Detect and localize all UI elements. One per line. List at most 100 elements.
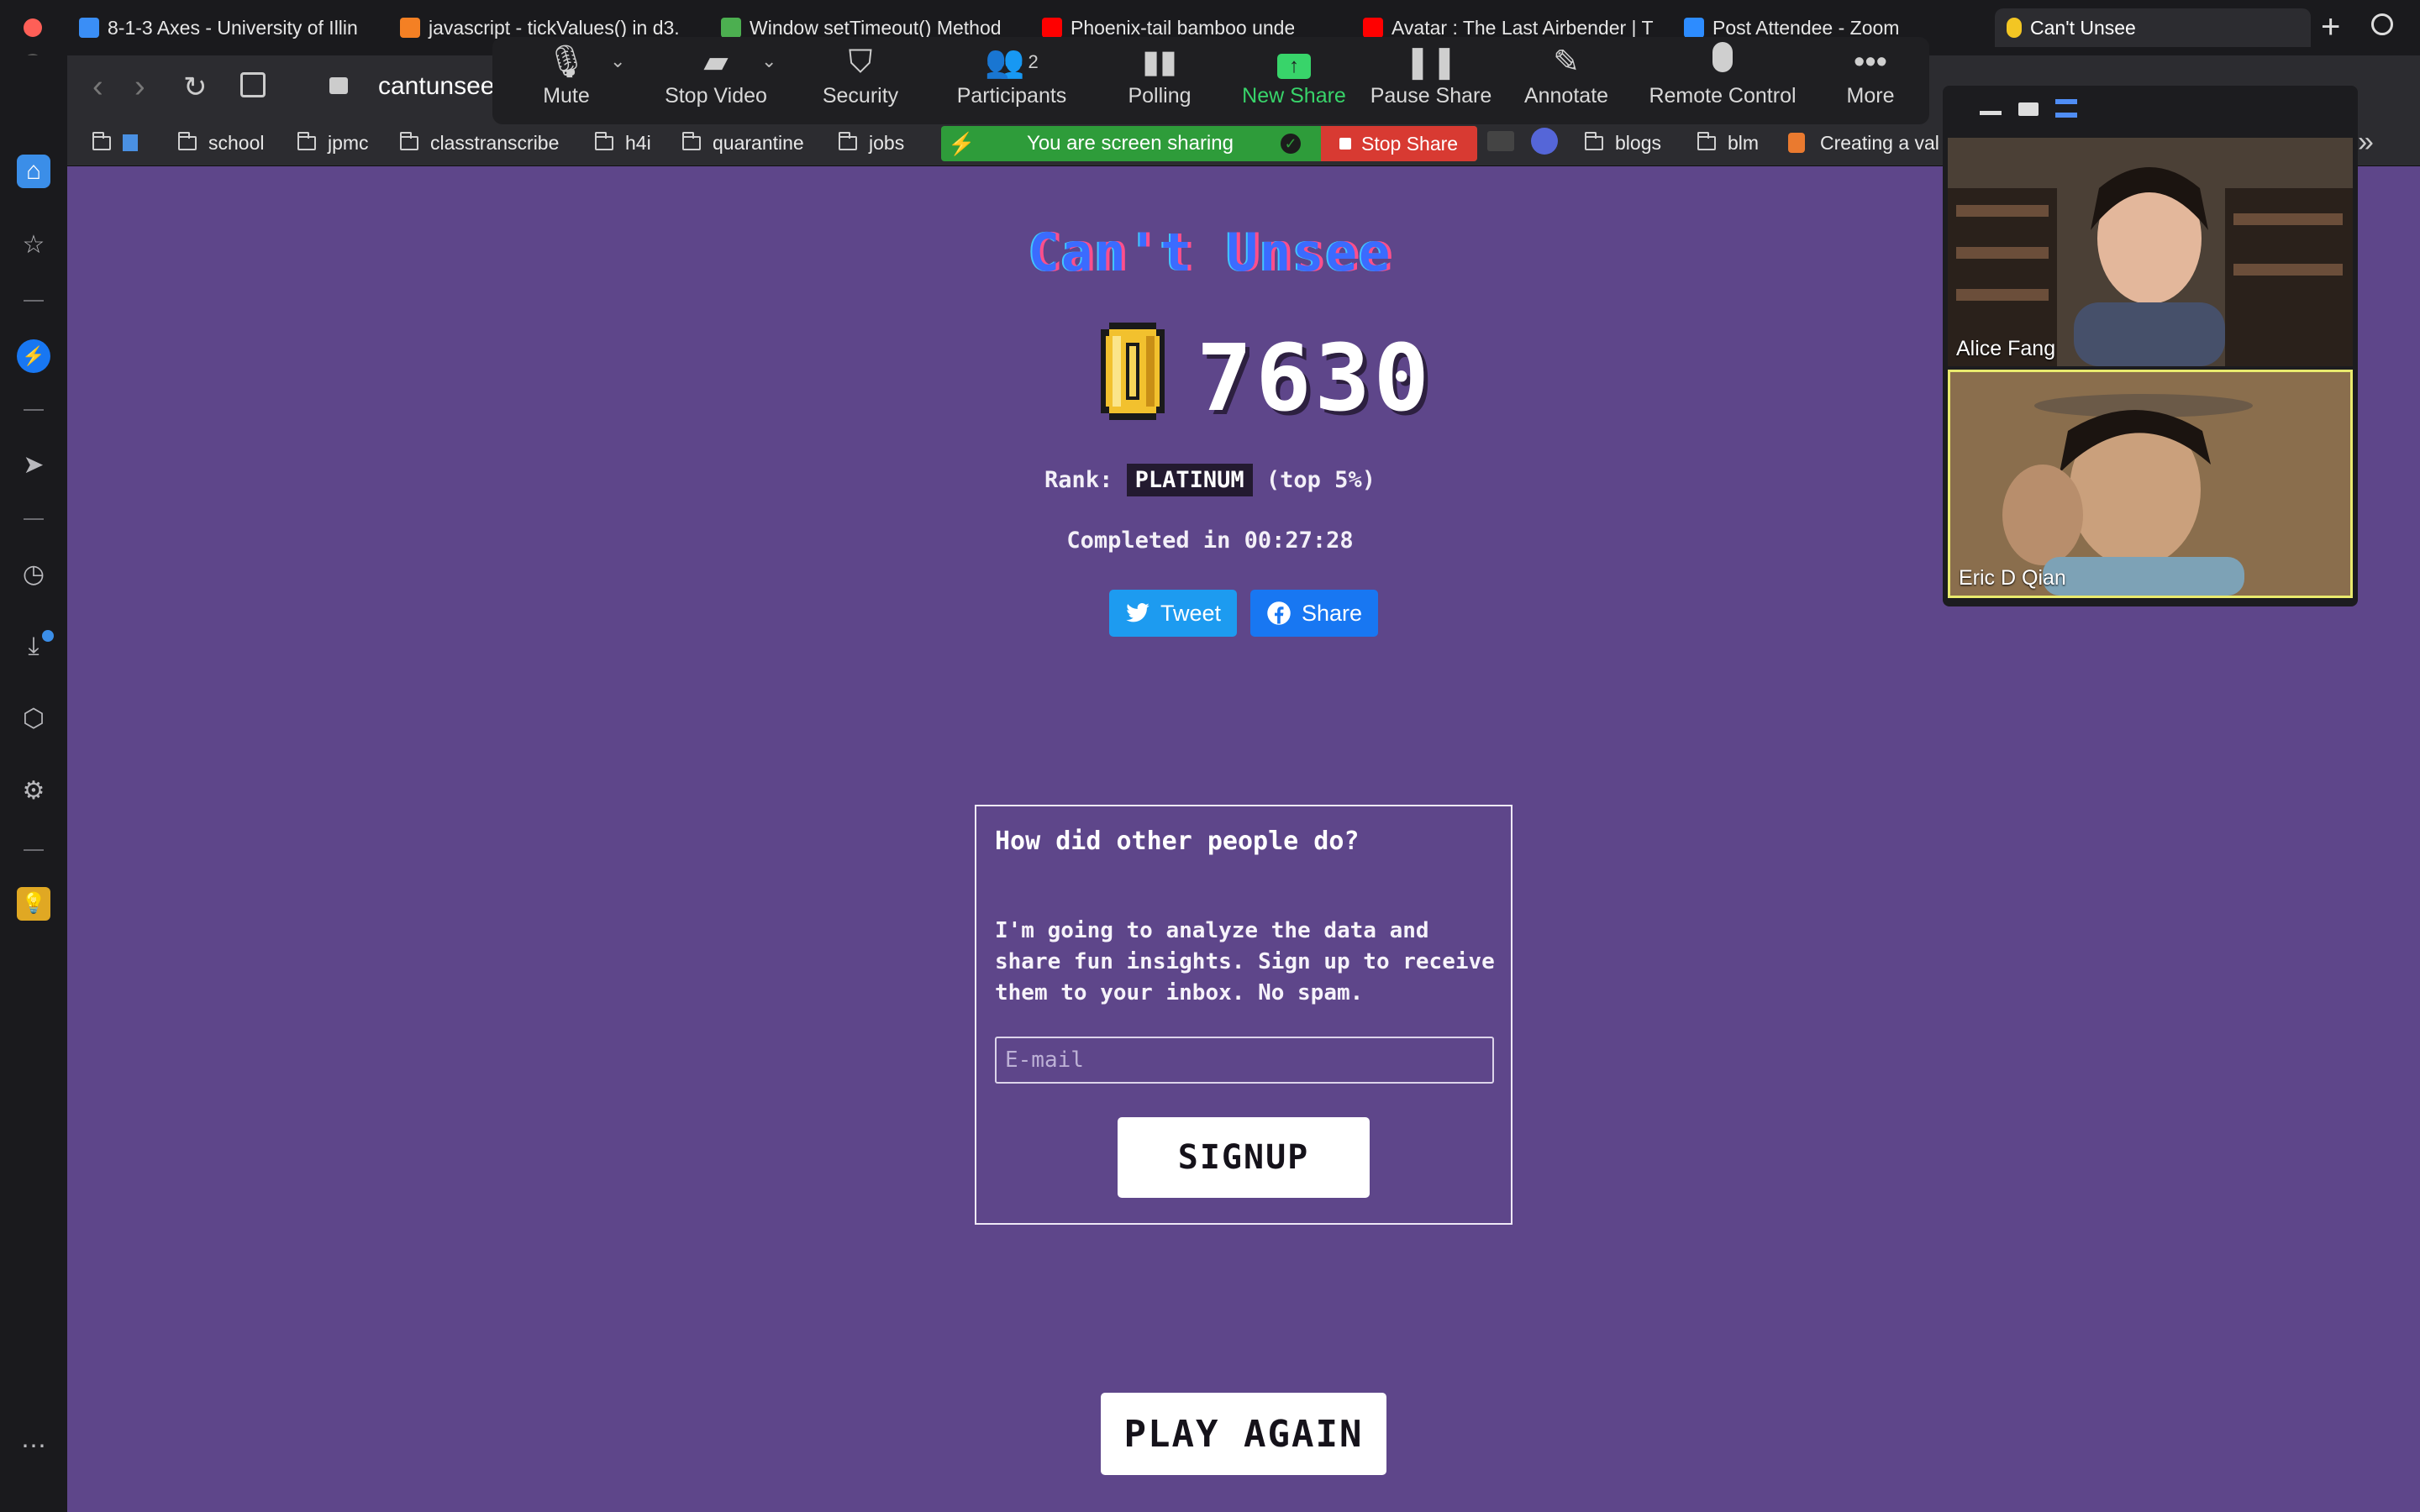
clock-icon[interactable]: ◷: [17, 558, 50, 591]
cube-icon[interactable]: ⬡: [17, 702, 50, 736]
rank-line: Rank: PLATINUM (top 5%): [924, 464, 1496, 496]
bookmark-folder[interactable]: classtranscribe: [400, 129, 559, 156]
participant-video-active-speaker[interactable]: Eric D Qian: [1948, 370, 2353, 598]
lock-icon: [329, 77, 348, 94]
rank-label: Rank:: [1044, 467, 1113, 493]
bookmark-folder[interactable]: blogs: [1585, 129, 1661, 156]
participants-icon: 👥 2: [985, 45, 1039, 80]
browser-sidebar: ⌂ ☆ ⚡ ➤ ◷ ⤓ ⬡ ⚙ 💡 ⋯: [0, 55, 67, 1512]
close-window-button[interactable]: [24, 18, 42, 37]
bookmark-film-icon[interactable]: [1487, 131, 1514, 151]
star-icon[interactable]: ☆: [17, 228, 50, 262]
minimize-gallery-icon[interactable]: [1980, 111, 2002, 115]
card-description: I'm going to analyze the data and share …: [995, 918, 1495, 1005]
participant-video-frame: [1950, 372, 2350, 596]
sharing-status-text: You are screen sharing: [1027, 132, 1234, 155]
tab-grid-icon[interactable]: [240, 72, 266, 97]
more-button[interactable]: ••• More: [1812, 37, 1929, 124]
bookmark-folder[interactable]: h4i: [595, 129, 651, 156]
bulb-icon[interactable]: 💡: [17, 887, 50, 921]
folder-icon: [682, 131, 701, 150]
new-tab-plus-icon[interactable]: +: [2321, 8, 2340, 46]
bar-chart-icon: ▮▮: [1142, 45, 1177, 80]
security-button[interactable]: ⛉ Security: [792, 37, 929, 124]
video-options-chevron-icon[interactable]: ⌄: [761, 50, 776, 72]
participant-video[interactable]: Alice Fang: [1948, 138, 2353, 366]
facebook-share-button[interactable]: Share: [1250, 590, 1378, 637]
new-share-button[interactable]: ↑ New Share: [1225, 37, 1363, 124]
coursera-icon: [79, 18, 99, 38]
more-dots-icon[interactable]: ⋯: [17, 1430, 50, 1463]
folder-icon: [178, 131, 197, 150]
address-text[interactable]: cantunsee: [378, 72, 494, 101]
more-dots-icon: •••: [1854, 45, 1887, 80]
participants-button[interactable]: 👥 2 Participants: [929, 37, 1094, 124]
bookmark-folder[interactable]: school: [178, 129, 264, 156]
sidebar-divider: [24, 300, 44, 302]
share-label: Share: [1301, 600, 1363, 626]
stackoverflow-icon: [400, 18, 420, 38]
card-title: How did other people do?: [995, 827, 1360, 856]
participant-name: Alice Fang: [1956, 337, 2056, 360]
participant-name: Eric D Qian: [1959, 566, 2066, 590]
mute-options-chevron-icon[interactable]: ⌄: [610, 50, 625, 72]
browser-tab[interactable]: 8-1-3 Axes - University of Illin: [79, 8, 373, 47]
settings-gear-icon[interactable]: ⚙: [17, 774, 50, 808]
remote-control-button[interactable]: Remote Control: [1634, 37, 1812, 124]
search-tabs-icon[interactable]: [2371, 13, 2393, 35]
email-input[interactable]: [995, 1037, 1494, 1084]
polling-button[interactable]: ▮▮ Polling: [1094, 37, 1225, 124]
pencil-icon: ✎: [1553, 45, 1580, 80]
sidebar-divider: [24, 518, 44, 520]
zoom-video-gallery: Alice Fang Eric D Qian: [1943, 86, 2358, 606]
back-arrow-icon[interactable]: ‹: [92, 69, 103, 105]
folder-icon: [595, 131, 613, 150]
stop-share-button[interactable]: Stop Share: [1321, 126, 1477, 161]
pause-share-button[interactable]: ❚❚ Pause Share: [1363, 37, 1499, 124]
tweet-button[interactable]: Tweet: [1109, 590, 1237, 637]
bookmark-chart-icon[interactable]: [92, 129, 138, 156]
signup-button[interactable]: SIGNUP: [1118, 1117, 1370, 1198]
sidebar-divider: [24, 849, 44, 851]
tab-title: Can't Unsee: [2030, 16, 2136, 39]
browser-tab-active[interactable]: Can't Unsee: [1995, 8, 2311, 47]
more-bookmarks-icon[interactable]: »: [2358, 126, 2374, 159]
rank-badge: PLATINUM: [1126, 464, 1253, 496]
pause-icon: ❚❚: [1404, 45, 1458, 80]
facebook-icon: [1267, 601, 1291, 625]
bookmark-folder[interactable]: blm: [1697, 129, 1759, 156]
folder-icon: [297, 131, 316, 150]
w3schools-icon: [721, 18, 741, 38]
rank-percentile: (top 5%): [1265, 467, 1376, 493]
completion-time: Completed in 00:27:28: [1066, 528, 1354, 554]
hide-video-icon[interactable]: [2018, 102, 2039, 116]
youtube-icon: [1042, 18, 1062, 38]
screen-sharing-banner: ⚡ You are screen sharing ✓ Stop Share: [941, 126, 1477, 161]
send-icon[interactable]: ➤: [17, 449, 50, 482]
score-value: 7630: [1197, 324, 1433, 432]
forward-arrow-icon[interactable]: ›: [134, 69, 145, 105]
participant-count: 2: [1028, 51, 1039, 72]
bookmark-folder[interactable]: quarantine: [682, 129, 804, 156]
bookmark-folder[interactable]: jobs: [839, 129, 904, 156]
gallery-view-icon[interactable]: [2055, 99, 2077, 118]
messenger-icon[interactable]: ⚡: [17, 339, 50, 373]
newsletter-signup-card: How did other people do? I'm going to an…: [975, 805, 1512, 1225]
security-check-icon: ✓: [1281, 134, 1301, 154]
tab-title: Post Attendee - Zoom: [1712, 16, 1900, 39]
shield-icon: ⛉: [848, 45, 873, 80]
tab-title: 8-1-3 Axes - University of Illin: [108, 16, 358, 39]
reload-icon[interactable]: ↻: [183, 71, 208, 104]
zoom-icon: [1684, 18, 1704, 38]
twitter-bird-icon: [1126, 603, 1150, 622]
annotate-button[interactable]: ✎ Annotate: [1499, 37, 1634, 124]
tab-title: Window setTimeout() Method: [750, 16, 1002, 39]
home-icon[interactable]: ⌂: [17, 155, 50, 188]
tab-title: javascript - tickValues() in d3.: [429, 16, 680, 39]
bookmark-c-icon[interactable]: [1531, 128, 1558, 155]
bookmark-folder[interactable]: jpmc: [297, 129, 369, 156]
play-again-button[interactable]: PLAY AGAIN: [1101, 1393, 1386, 1475]
notification-dot: [42, 630, 54, 642]
tweet-label: Tweet: [1160, 600, 1222, 626]
colorful-site-icon: [1788, 133, 1805, 153]
